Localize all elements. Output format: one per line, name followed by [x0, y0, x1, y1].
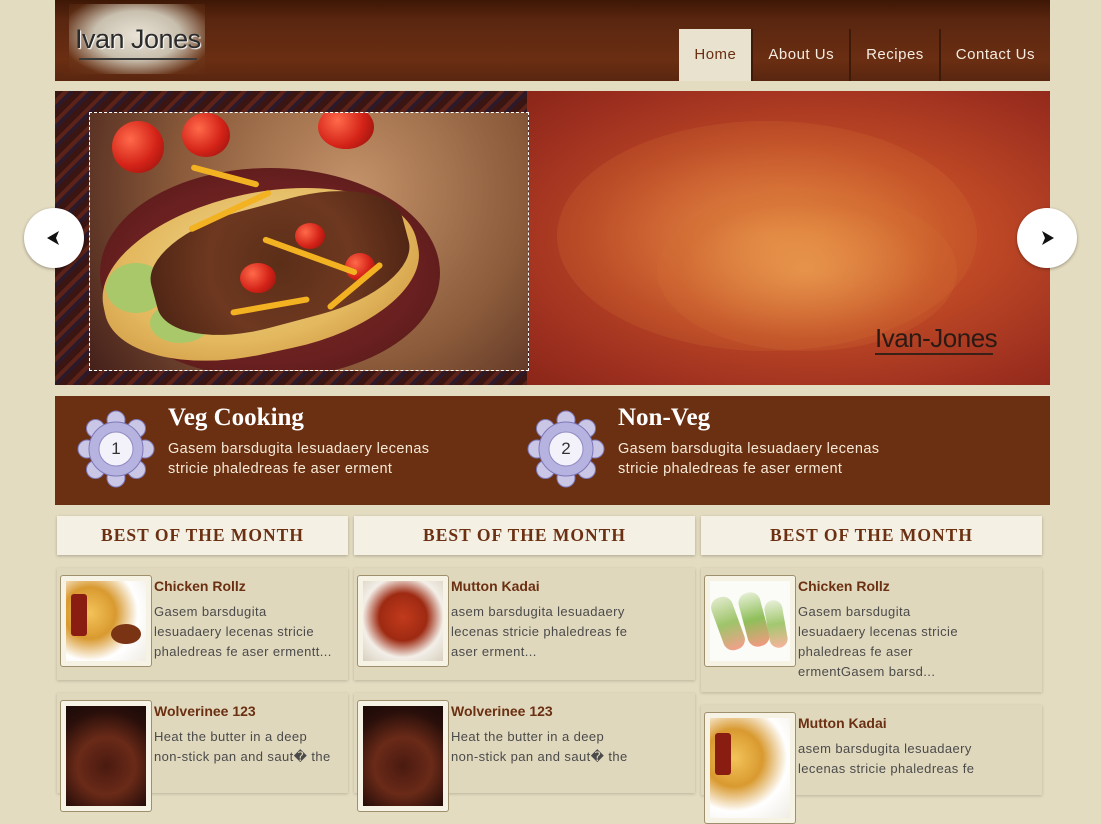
features-strip: 1 Veg Cooking Gasem barsdugita lesuadaer…: [55, 396, 1050, 505]
recipe-title[interactable]: Chicken Rollz: [798, 578, 890, 594]
recipe-title[interactable]: Wolverinee 123: [154, 703, 256, 719]
recipe-card-wolverinee-123[interactable]: Wolverinee 123 Heat the butter in a deep…: [57, 693, 348, 812]
slider-next-button[interactable]: [1017, 208, 1077, 268]
feature-title: Non-Veg: [618, 404, 711, 431]
column-best-of-month-1: BEST OF THE MONTH Chicken Rollz Gasem ba…: [57, 516, 348, 812]
recipe-title[interactable]: Mutton Kadai: [451, 578, 540, 594]
recipe-title[interactable]: Mutton Kadai: [798, 715, 887, 731]
site-logo[interactable]: Ivan Jones: [69, 4, 205, 74]
slide-watermark: Ivan-Jones: [875, 323, 998, 353]
recipe-excerpt: Gasem barsdugita lesuadaery lecenas stri…: [154, 604, 332, 659]
feature-description: Gasem barsdugita lesuadaery lecenas stri…: [618, 441, 880, 477]
recipe-excerpt: Heat the butter in a deep non-stick pan …: [154, 729, 331, 764]
column-heading: BEST OF THE MONTH: [57, 516, 348, 555]
recipe-thumbnail[interactable]: [357, 575, 449, 667]
logo-text: Ivan Jones: [75, 24, 201, 54]
recipe-card-chicken-rollz[interactable]: Chicken Rollz Gasem barsdugita lesuadaer…: [57, 568, 348, 680]
feature-number: 1: [111, 439, 121, 458]
watermark-underline: [875, 353, 993, 355]
recipe-thumbnail[interactable]: [60, 700, 152, 812]
recipe-thumbnail[interactable]: [357, 700, 449, 812]
feature-description: Gasem barsdugita lesuadaery lecenas stri…: [168, 441, 430, 477]
recipe-excerpt: Heat the butter in a deep non-stick pan …: [451, 729, 628, 764]
slide-image-tacos[interactable]: [89, 112, 529, 371]
recipe-excerpt: asem barsdugita lesuadaery lecenas stric…: [798, 741, 975, 776]
recipe-title[interactable]: Chicken Rollz: [154, 578, 246, 594]
arrow-left-icon: [47, 231, 59, 245]
recipe-card-mutton-kadai[interactable]: Mutton Kadai asem barsdugita lesuadaery …: [354, 568, 695, 680]
recipe-thumbnail[interactable]: [704, 575, 796, 667]
column-heading: BEST OF THE MONTH: [354, 516, 695, 555]
recipe-thumbnail[interactable]: [704, 712, 796, 824]
main-nav: Home About Us Recipes Contact Us: [679, 29, 1050, 81]
nav-home[interactable]: Home: [679, 29, 752, 81]
recipe-card-wolverinee-123[interactable]: Wolverinee 123 Heat the butter in a deep…: [354, 693, 695, 812]
logo-underline: [79, 58, 197, 60]
feature-non-veg[interactable]: 2 Non-Veg Gasem barsdugita lesuadaery le…: [505, 396, 955, 505]
nav-recipes[interactable]: Recipes: [849, 29, 939, 81]
column-best-of-month-3: BEST OF THE MONTH Chicken Rollz Gasem ba…: [701, 516, 1042, 824]
recipe-card-chicken-rollz[interactable]: Chicken Rollz Gasem barsdugita lesuadaer…: [701, 568, 1042, 692]
feature-title: Veg Cooking: [168, 404, 304, 431]
recipe-title[interactable]: Wolverinee 123: [451, 703, 553, 719]
feature-number: 2: [561, 439, 571, 458]
site-header: Ivan Jones Home About Us Recipes Contact…: [55, 0, 1050, 81]
hero-slider: Ivan-Jones: [55, 91, 1050, 385]
nav-about-us[interactable]: About Us: [751, 29, 849, 81]
recipe-excerpt: asem barsdugita lesuadaery lecenas stric…: [451, 604, 628, 659]
feature-veg-cooking[interactable]: 1 Veg Cooking Gasem barsdugita lesuadaer…: [55, 396, 505, 505]
column-heading: BEST OF THE MONTH: [701, 516, 1042, 555]
recipe-card-mutton-kadai[interactable]: Mutton Kadai asem barsdugita lesuadaery …: [701, 705, 1042, 824]
slider-prev-button[interactable]: [24, 208, 84, 268]
arrow-right-icon: [1042, 231, 1054, 245]
recipe-excerpt: Gasem barsdugita lesuadaery lecenas stri…: [798, 604, 958, 679]
recipe-thumbnail[interactable]: [60, 575, 152, 667]
column-best-of-month-2: BEST OF THE MONTH Mutton Kadai asem bars…: [354, 516, 695, 812]
nav-contact-us[interactable]: Contact Us: [938, 29, 1050, 81]
